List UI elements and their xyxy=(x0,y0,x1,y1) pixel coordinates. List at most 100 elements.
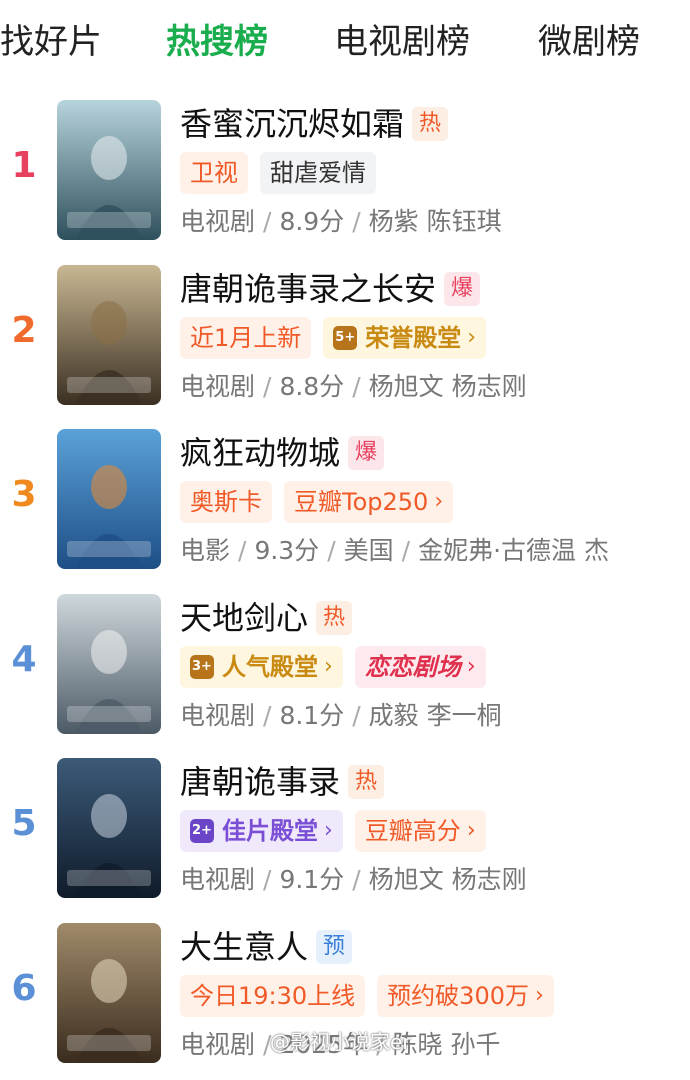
rank-number: 1 xyxy=(11,145,37,186)
meta-separator: / xyxy=(352,371,361,401)
poster-art xyxy=(57,922,161,1063)
title-row: 唐朝诡事录热 xyxy=(180,760,385,804)
tag-label: 豆瓣Top250 xyxy=(294,488,429,517)
show-title[interactable]: 香蜜沉沉烬如霜 xyxy=(180,102,404,146)
tag-row: 3+ 人气殿堂 › 恋恋剧场 › xyxy=(180,645,498,688)
heat-badge: 热 xyxy=(316,600,353,635)
tag-purple[interactable]: 2+ 佳片殿堂 › xyxy=(180,810,343,853)
tag-gray: 甜虐爱情 xyxy=(260,152,376,194)
meta-separator: / xyxy=(263,371,272,401)
rank-number: 3 xyxy=(11,474,37,516)
meta-field: 8.1分 xyxy=(279,700,345,730)
poster-image[interactable] xyxy=(57,922,161,1063)
tab-hot-search[interactable]: 热搜榜 xyxy=(166,20,268,64)
medal-icon: 5+ xyxy=(333,325,358,350)
chevron-right-icon: › xyxy=(466,818,476,844)
poster-art xyxy=(57,100,161,240)
poster-art xyxy=(57,264,161,405)
tag-label: 甜虐爱情 xyxy=(270,159,366,187)
poster-image[interactable] xyxy=(57,593,161,734)
show-title[interactable]: 唐朝诡事录之长安 xyxy=(180,267,436,311)
title-row: 天地剑心热 xyxy=(180,596,353,640)
medal-icon: 2+ xyxy=(190,819,214,844)
meta-info: 电影/9.3分 / 美国 / 金妮弗·古德温 杰 xyxy=(180,531,609,571)
rank-number: 5 xyxy=(11,803,37,845)
meta-field: 杨旭文 杨志刚 xyxy=(368,865,527,895)
meta-separator: / xyxy=(352,700,361,730)
tag-row: 2+ 佳片殿堂 › 豆瓣高分 › xyxy=(180,810,498,853)
tag-orange[interactable]: 豆瓣高分 › xyxy=(354,810,486,853)
tag-orange: 今日19:30上线 xyxy=(180,974,366,1017)
rank-number: 2 xyxy=(11,309,37,351)
meta-field: 成毅 李一桐 xyxy=(368,700,502,730)
tag-label: 人气殿堂 xyxy=(222,652,318,681)
tag-orange[interactable]: 预约破300万 › xyxy=(377,974,554,1017)
poster-image[interactable] xyxy=(57,264,161,405)
show-title[interactable]: 天地剑心 xyxy=(180,596,308,640)
medal-icon: 3+ xyxy=(190,654,214,679)
tag-pink[interactable]: 恋恋剧场 › xyxy=(354,645,486,688)
poster-image[interactable] xyxy=(57,100,161,240)
chevron-right-icon: › xyxy=(324,818,333,844)
poster-image[interactable] xyxy=(57,758,161,899)
poster-art xyxy=(57,758,161,899)
meta-separator: / xyxy=(263,207,272,236)
ranking-item[interactable]: 5 唐朝诡事录热 2+ 佳片殿堂 › 豆瓣高分 › 电视剧/9.1分 / 杨旭文 杨志刚 xyxy=(0,750,690,915)
ranking-item[interactable]: 4 天地剑心热 3+ 人气殿堂 › 恋恋剧场 › 电视剧/8.1分 / 成毅 李一桐 xyxy=(0,586,690,751)
heat-badge: 预 xyxy=(316,929,353,964)
show-title[interactable]: 唐朝诡事录 xyxy=(180,760,340,804)
meta-field: 杨紫 陈钰琪 xyxy=(368,207,502,236)
heat-badge: 热 xyxy=(348,765,385,800)
meta-separator: / xyxy=(263,865,272,895)
meta-field: 美国 xyxy=(343,536,394,566)
meta-field: 电视剧 xyxy=(180,700,256,730)
poster-image[interactable] xyxy=(57,429,161,570)
meta-separator: / xyxy=(238,536,247,566)
meta-separator: / xyxy=(327,536,336,566)
title-row: 大生意人预 xyxy=(180,925,353,969)
heat-badge: 爆 xyxy=(348,436,385,471)
rank-number: 6 xyxy=(11,967,37,1009)
tab-micro-drama[interactable]: 微剧榜 xyxy=(538,20,640,64)
category-tabs: 找好片 热搜榜 电视剧榜 微剧榜 xyxy=(0,0,690,86)
tag-label: 恋恋剧场 xyxy=(364,652,461,681)
meta-info: 电视剧/8.9分 / 杨紫 陈钰琪 xyxy=(180,202,502,242)
tab-tv-series[interactable]: 电视剧榜 xyxy=(334,20,470,64)
title-row: 唐朝诡事录之长安爆 xyxy=(180,267,481,311)
tag-orange[interactable]: 豆瓣Top250 › xyxy=(284,481,454,524)
meta-field: 9.3分 xyxy=(254,536,320,566)
ranking-item[interactable]: 3 疯狂动物城爆奥斯卡 豆瓣Top250 › 电影/9.3分 / 美国 / 金妮弗·古德温 杰 xyxy=(0,421,690,586)
show-title[interactable]: 疯狂动物城 xyxy=(180,431,340,475)
meta-field: 8.9分 xyxy=(279,207,345,236)
tag-row: 近1月上新 5+ 荣誉殿堂 › xyxy=(180,316,498,359)
tag-orange: 奥斯卡 xyxy=(180,481,272,524)
heat-badge: 爆 xyxy=(444,271,481,306)
meta-field: 电视剧 xyxy=(180,371,256,401)
meta-info: 电视剧/9.1分 / 杨旭文 杨志刚 xyxy=(180,860,527,900)
tag-label: 佳片殿堂 xyxy=(222,817,318,846)
chevron-right-icon: › xyxy=(467,324,477,350)
meta-field: 金妮弗·古德温 杰 xyxy=(418,536,610,566)
tag-label: 豆瓣高分 xyxy=(364,817,461,846)
title-row: 疯狂动物城爆 xyxy=(180,431,385,475)
meta-separator: / xyxy=(263,700,272,730)
tag-gold[interactable]: 3+ 人气殿堂 › xyxy=(180,645,343,688)
rank-number: 4 xyxy=(11,638,37,680)
meta-field: 电影 xyxy=(180,536,231,566)
tag-label: 近1月上新 xyxy=(190,323,302,352)
meta-field: 9.1分 xyxy=(279,865,345,895)
tag-gold[interactable]: 5+ 荣誉殿堂 › xyxy=(323,316,487,359)
tag-orange: 近1月上新 xyxy=(180,316,312,359)
meta-separator: / xyxy=(352,865,361,895)
tag-row: 奥斯卡 豆瓣Top250 › xyxy=(180,481,465,524)
show-title[interactable]: 大生意人 xyxy=(180,925,308,969)
tab-find-good-films[interactable]: 找好片 xyxy=(0,20,102,64)
ranking-item[interactable]: 2 唐朝诡事录之长安爆近1月上新 5+ 荣誉殿堂 › 电视剧/8.8分 / 杨旭文 杨志刚 xyxy=(0,257,690,422)
meta-field: 电视剧 xyxy=(180,207,256,236)
tag-label: 荣誉殿堂 xyxy=(365,323,462,352)
ranking-item[interactable]: 1 香蜜沉沉烬如霜热卫视 甜虐爱情 电视剧/8.9分 / 杨紫 陈钰琪 xyxy=(0,92,690,257)
heat-badge: 热 xyxy=(412,107,449,141)
meta-separator: / xyxy=(401,536,411,566)
chevron-right-icon: › xyxy=(466,653,476,679)
meta-info: 电视剧/8.8分 / 杨旭文 杨志刚 xyxy=(180,367,527,407)
